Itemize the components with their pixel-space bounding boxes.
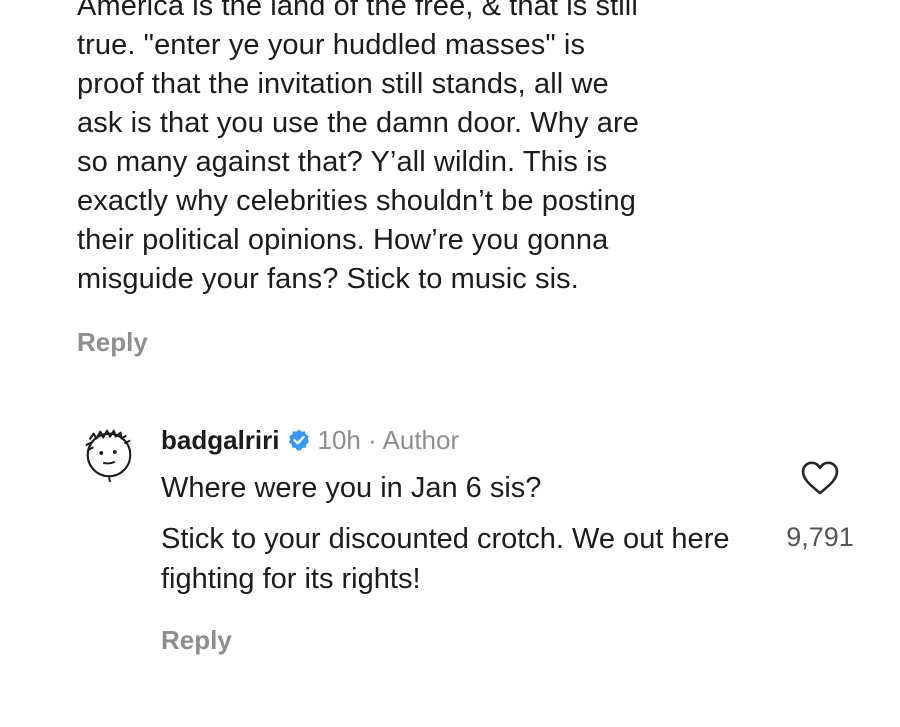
reply-comment-text: Where were you in Jan 6 sis? Stick to yo… [161, 468, 761, 599]
avatar[interactable] [80, 424, 138, 482]
reply-button[interactable]: Reply [161, 625, 232, 656]
like-count: 9,791 [786, 522, 854, 552]
parent-comment: America is the land of the free, & that … [77, 0, 797, 358]
parent-reply-button[interactable]: Reply [77, 327, 148, 358]
timestamp-author-label: 10h · Author [317, 424, 460, 455]
parent-comment-text: America is the land of the free, & that … [77, 0, 639, 295]
reply-text-line-2: Stick to your discounted crotch. We out … [161, 523, 730, 595]
comment-meta: badgalriri 10h · Author [161, 420, 761, 460]
verified-badge-icon [289, 429, 310, 451]
reply-text-line-1: Where were you in Jan 6 sis? [161, 472, 542, 504]
like-area: 9,791 [770, 460, 870, 553]
username-link[interactable]: badgalriri [161, 425, 279, 456]
heart-icon[interactable] [800, 460, 840, 496]
reply-comment-body: badgalriri 10h · Author Where were you i… [161, 420, 761, 656]
